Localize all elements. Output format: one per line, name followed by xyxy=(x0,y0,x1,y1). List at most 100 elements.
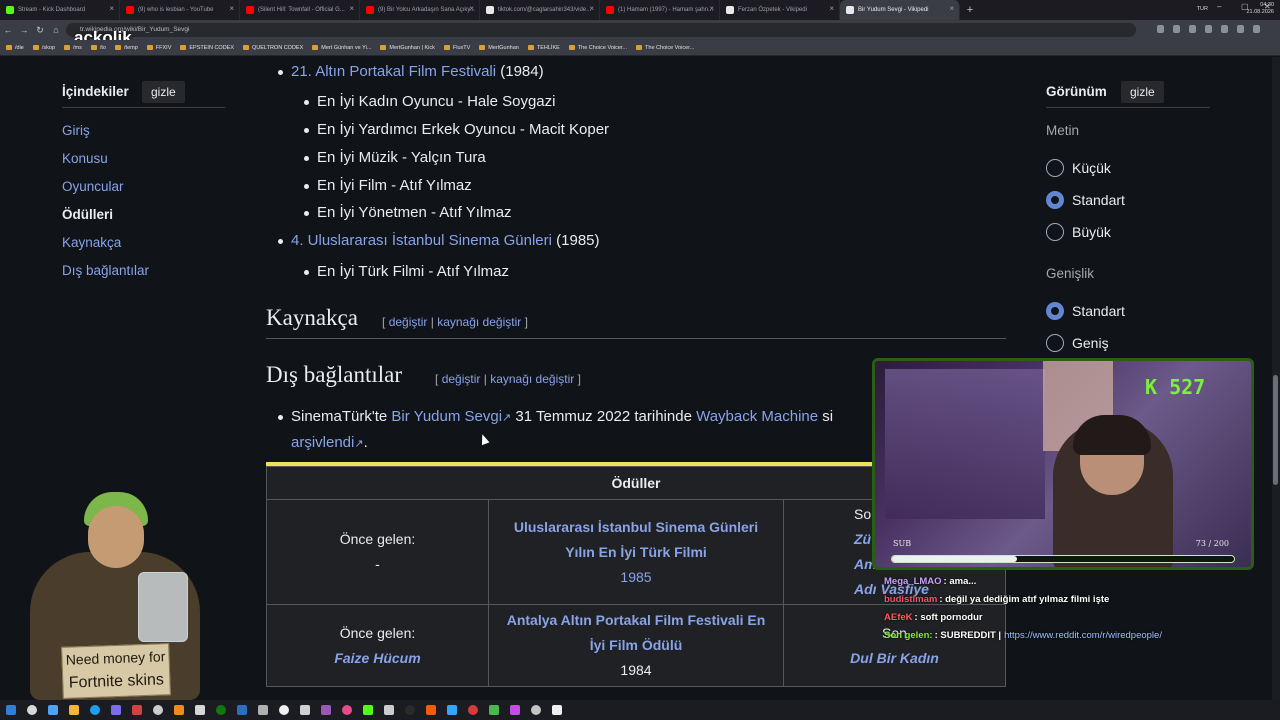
award-year[interactable]: 1985 xyxy=(620,565,651,590)
profile-icon[interactable] xyxy=(1237,25,1244,33)
browser-tab[interactable]: Ferzan Özpetek - Vikipedi × xyxy=(720,0,840,20)
text-size-large-radio[interactable]: Büyük xyxy=(1046,223,1111,241)
browser-tab[interactable]: Bir Yudum Sevgi - Vikipedi × xyxy=(840,0,960,20)
width-standard-radio[interactable]: Standart xyxy=(1046,302,1125,320)
bookmark-item[interactable]: MertGunhan xyxy=(479,45,519,51)
taskbar-app-icon[interactable] xyxy=(147,700,168,720)
toc-item-dis-baglantilar[interactable]: Dış bağlantılar xyxy=(62,263,149,278)
wayback-link[interactable]: Wayback Machine xyxy=(696,408,818,425)
taskbar-app-icon[interactable] xyxy=(84,700,105,720)
reload-icon[interactable]: ↻ xyxy=(32,25,48,36)
taskbar-app-icon[interactable] xyxy=(63,700,84,720)
taskbar-app-icon[interactable] xyxy=(252,700,273,720)
browser-tab[interactable]: tiktok.com/@caglarsahin343/vide... × xyxy=(480,0,600,20)
shield-icon[interactable] xyxy=(1205,25,1212,33)
sinematurk-link[interactable]: Bir Yudum Sevgi xyxy=(391,408,502,425)
taskbar-app-icon[interactable] xyxy=(546,700,567,720)
taskbar-app-icon[interactable] xyxy=(420,700,441,720)
bookmark-item[interactable]: TEHLİKE xyxy=(527,45,560,51)
system-clock[interactable]: 04:30 21.08.2026 xyxy=(1246,2,1274,16)
language-indicator[interactable]: TUR xyxy=(1197,6,1208,12)
width-wide-radio[interactable]: Geniş xyxy=(1046,334,1109,352)
bookmark-item[interactable]: /ms xyxy=(64,45,82,51)
festival-1-link[interactable]: 21. Altın Portakal Film Festivali xyxy=(291,63,496,80)
edit-link[interactable]: değiştir xyxy=(389,315,428,329)
taskbar-app-icon[interactable] xyxy=(42,700,63,720)
browser-tab[interactable]: (1) Hamam (1997) - Hamam şahn... × xyxy=(600,0,720,20)
reader-icon[interactable] xyxy=(1173,25,1180,33)
radio-button[interactable] xyxy=(1046,223,1064,241)
bookmark-item[interactable]: /skop xyxy=(32,45,55,51)
browser-tab[interactable]: (Silent Hill: Townfall - Official G... × xyxy=(240,0,360,20)
downloads-icon[interactable] xyxy=(1221,25,1228,33)
bookmark-item[interactable]: EPSTEIN CODEX xyxy=(180,45,234,51)
scrollbar-thumb[interactable] xyxy=(1273,375,1278,485)
minimize-icon[interactable]: – xyxy=(1217,2,1221,11)
bookmark-item[interactable]: The Choice Voicer... xyxy=(636,45,694,51)
taskbar-app-icon[interactable] xyxy=(126,700,147,720)
taskbar-app-icon[interactable] xyxy=(504,700,525,720)
radio-button[interactable] xyxy=(1046,159,1064,177)
browser-tab[interactable]: Stream - Kick Dashboard × xyxy=(0,0,120,20)
taskbar-app-icon[interactable] xyxy=(168,700,189,720)
bookmark-item[interactable]: /to xyxy=(90,45,106,51)
tab-close-icon[interactable]: × xyxy=(589,4,594,13)
taskbar-app-icon[interactable] xyxy=(378,700,399,720)
back-icon[interactable]: ← xyxy=(0,25,16,35)
taskbar-app-icon[interactable] xyxy=(399,700,420,720)
bookmark-item[interactable]: /die xyxy=(6,45,24,51)
home-icon[interactable]: ⌂ xyxy=(48,25,64,35)
taskbar-app-icon[interactable] xyxy=(462,700,483,720)
appearance-hide-button[interactable]: gizle xyxy=(1121,81,1164,103)
taskbar-app-icon[interactable] xyxy=(231,700,252,720)
browser-tab[interactable]: (9) who is lesbian - YouTube × xyxy=(120,0,240,20)
toc-item-oyuncular[interactable]: Oyuncular xyxy=(62,179,124,194)
radio-button[interactable] xyxy=(1046,191,1064,209)
bookmark-item[interactable]: Mert Günhan ve Yi... xyxy=(312,45,371,51)
festival-2-link[interactable]: 4. Uluslararası İstanbul Sinema Günleri xyxy=(291,232,552,249)
text-size-standard-radio[interactable]: Standart xyxy=(1046,191,1125,209)
next-link[interactable]: Dul Bir Kadın xyxy=(850,646,939,671)
extension-icon[interactable] xyxy=(1189,25,1196,33)
bookmark-item[interactable]: FFXIV xyxy=(146,45,171,51)
menu-icon[interactable] xyxy=(1253,25,1260,33)
tab-close-icon[interactable]: × xyxy=(109,4,114,13)
tab-close-icon[interactable]: × xyxy=(469,4,474,13)
tab-close-icon[interactable]: × xyxy=(949,4,954,13)
edit-link[interactable]: değiştir xyxy=(442,372,481,386)
taskbar-app-icon[interactable] xyxy=(525,700,546,720)
taskbar-app-icon[interactable] xyxy=(273,700,294,720)
taskbar-app-icon[interactable] xyxy=(210,700,231,720)
toc-item-odulleri[interactable]: Ödülleri xyxy=(62,207,113,222)
bookmark-star-icon[interactable] xyxy=(1157,25,1164,33)
toc-hide-button[interactable]: gizle xyxy=(142,81,185,103)
taskbar-app-icon[interactable] xyxy=(483,700,504,720)
taskbar-app-icon[interactable] xyxy=(441,700,462,720)
taskbar-app-icon[interactable] xyxy=(336,700,357,720)
address-bar[interactable]: tr.wikipedia.org/wiki/Bir_Yudum_Sevgi xyxy=(66,23,1136,37)
bookmark-item[interactable]: The Choice Voicer... xyxy=(568,45,627,51)
bookmark-item[interactable]: QUELTRON CODEX xyxy=(243,45,303,51)
award-link[interactable]: Uluslararası İstanbul Sinema Günleri Yıl… xyxy=(499,515,773,565)
edit-source-link[interactable]: kaynağı değiştir xyxy=(490,372,574,386)
taskbar-app-icon[interactable] xyxy=(357,700,378,720)
browser-tab[interactable]: (9) Bir Yolcu Arkadaşın Sana Açıky... × xyxy=(360,0,480,20)
next-link[interactable]: Zü xyxy=(854,527,871,552)
bookmark-item[interactable]: /temp xyxy=(115,45,138,51)
tab-close-icon[interactable]: × xyxy=(229,4,234,13)
taskbar-app-icon[interactable] xyxy=(21,700,42,720)
toc-item-kaynakca[interactable]: Kaynakça xyxy=(62,235,121,250)
taskbar-app-icon[interactable] xyxy=(315,700,336,720)
taskbar-app-icon[interactable] xyxy=(294,700,315,720)
text-size-small-radio[interactable]: Küçük xyxy=(1046,159,1111,177)
edit-source-link[interactable]: kaynağı değiştir xyxy=(437,315,521,329)
award-link[interactable]: Antalya Altın Portakal Film Festivali En… xyxy=(499,608,773,658)
new-tab-button[interactable]: + xyxy=(960,4,980,16)
taskbar-app-icon[interactable] xyxy=(105,700,126,720)
radio-button[interactable] xyxy=(1046,334,1064,352)
taskbar-app-icon[interactable] xyxy=(189,700,210,720)
radio-button[interactable] xyxy=(1046,302,1064,320)
forward-icon[interactable]: → xyxy=(16,25,32,35)
toc-item-giris[interactable]: Giriş xyxy=(62,123,90,138)
tab-close-icon[interactable]: × xyxy=(709,4,714,13)
